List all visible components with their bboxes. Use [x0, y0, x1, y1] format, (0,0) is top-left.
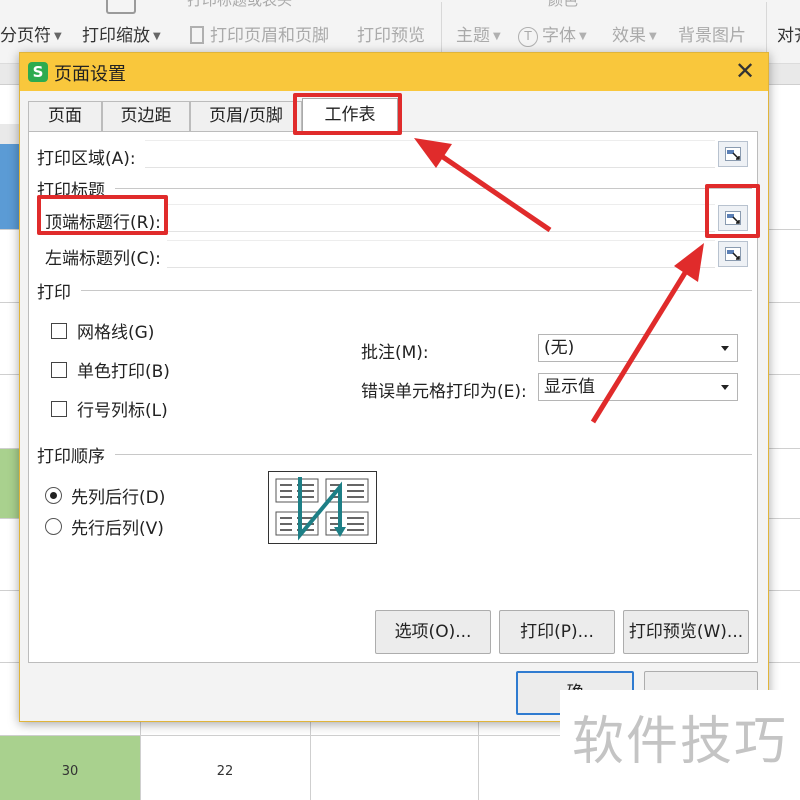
watermark-text: 软件技巧 — [560, 690, 800, 800]
annotation-arrows — [414, 138, 704, 424]
arrow-to-range-picker — [590, 243, 704, 424]
arrow-to-worksheet-tab — [414, 138, 552, 233]
